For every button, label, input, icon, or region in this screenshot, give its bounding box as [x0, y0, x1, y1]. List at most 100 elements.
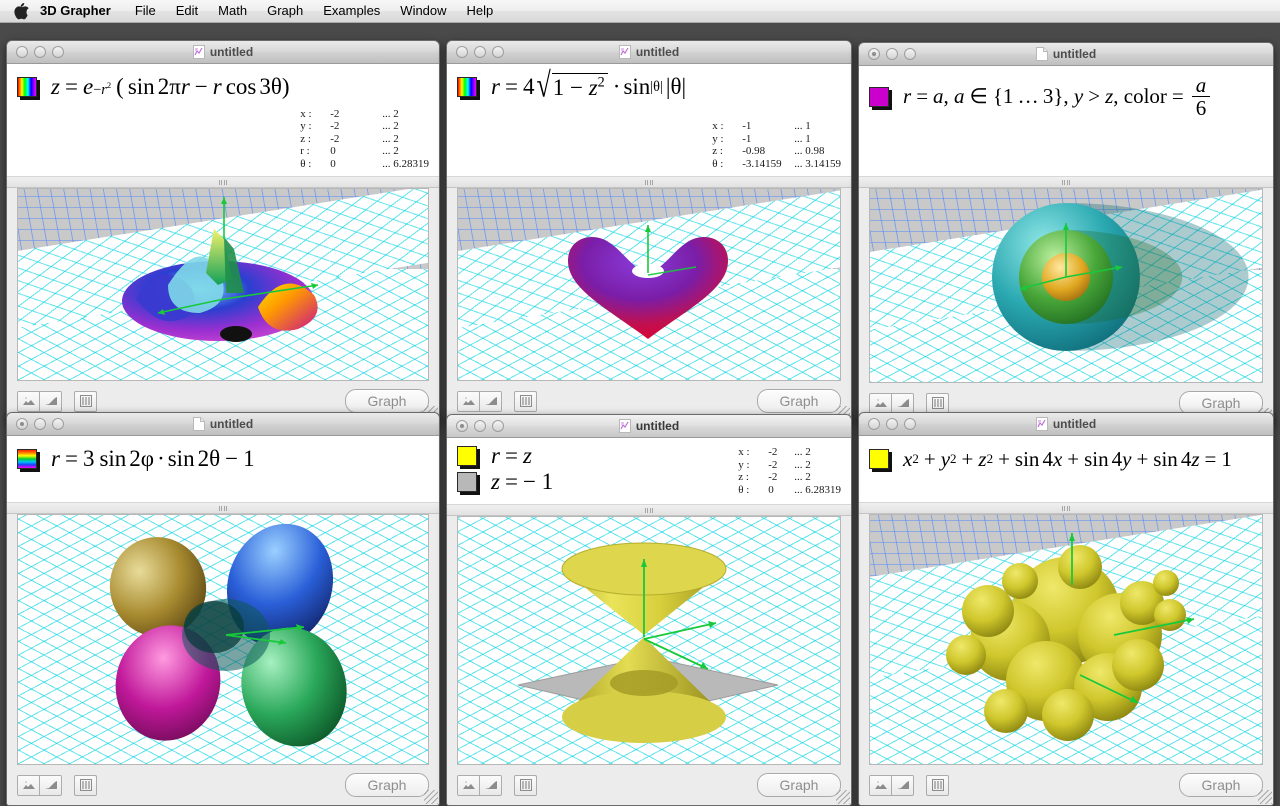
minimize-button[interactable] [34, 418, 46, 430]
columns-icon[interactable] [926, 392, 949, 414]
columns-icon[interactable] [514, 774, 537, 796]
equation-expression[interactable]: r = z [491, 443, 532, 469]
window-3-formula-pane[interactable]: r = a, a ∈ {1 … 3}, y > z, color = a6 [859, 66, 1273, 177]
close-button[interactable] [16, 418, 28, 430]
equation-expression[interactable]: z = − 1 [491, 469, 553, 495]
line-plot-icon[interactable] [39, 391, 61, 411]
splitter-handle-icon[interactable] [859, 503, 1273, 514]
grapher-window-5[interactable]: untitled r = z z = − 1 x : -2 ... 2 y : -2 ... 2… [446, 414, 852, 806]
splitter-handle-icon[interactable] [7, 503, 439, 514]
menu-item-edit[interactable]: Edit [166, 0, 208, 22]
window-1-formula-pane[interactable]: z = e −r2 ( sin 2π r − r cos 3θ) x : -2 ... 2 y :… [7, 64, 439, 177]
window-3-plot-area[interactable] [869, 188, 1263, 383]
surface-plot-icon[interactable] [18, 391, 39, 411]
equation-row[interactable]: z = e −r2 ( sin 2π r − r cos 3θ) [17, 72, 296, 102]
line-plot-icon[interactable] [891, 775, 913, 795]
zoom-button[interactable] [492, 46, 504, 58]
equation-expression[interactable]: x 2 + y 2 + z 2 + sin 4 x + sin 4 y + sin 4 z = 1 [903, 447, 1232, 472]
equation-row[interactable]: r = 3 sin 2φ · sin 2θ −1 [17, 444, 425, 474]
surface-plot-icon[interactable] [870, 393, 891, 413]
window-1-traffic-lights[interactable] [16, 46, 64, 58]
window-6-plot-area[interactable] [869, 514, 1263, 765]
menu-item-window[interactable]: Window [390, 0, 456, 22]
color-swatch-yellow[interactable] [869, 449, 889, 469]
menu-app-name[interactable]: 3D Grapher [36, 0, 125, 22]
grapher-window-6[interactable]: untitled x 2 + y 2 + z 2 + sin 4 x + sin 4 y + sin 4 z =… [858, 412, 1274, 806]
plot-type-segmented-control[interactable] [457, 774, 502, 796]
resize-grip-icon[interactable] [836, 790, 850, 804]
color-swatch-gray[interactable] [457, 472, 477, 492]
apple-logo-icon[interactable] [6, 2, 36, 20]
plot-type-segmented-control[interactable] [869, 774, 914, 796]
grapher-window-1[interactable]: untitled z = e −r2 ( sin 2π r − r cos 3θ) x : -2… [6, 40, 440, 422]
equation-expression[interactable]: r = 3 sin 2φ · sin 2θ −1 [51, 446, 255, 472]
zoom-button[interactable] [904, 48, 916, 60]
window-4-toolbar[interactable]: Graph [7, 765, 439, 805]
minimize-button[interactable] [886, 418, 898, 430]
window-5-plot-area[interactable] [457, 516, 841, 765]
resize-grip-icon[interactable] [1258, 790, 1272, 804]
graph-button[interactable]: Graph [757, 773, 841, 797]
equation-expression[interactable]: z = e −r2 ( sin 2π r − r cos 3θ) [51, 74, 290, 100]
minimize-button[interactable] [474, 46, 486, 58]
window-6-traffic-lights[interactable] [868, 418, 916, 430]
surface-plot-icon[interactable] [458, 391, 479, 411]
columns-icon[interactable] [74, 774, 97, 796]
plot-type-segmented-control[interactable] [17, 390, 62, 412]
window-4-formula-pane[interactable]: r = 3 sin 2φ · sin 2θ −1 [7, 436, 439, 503]
window-6-toolbar[interactable]: Graph [859, 765, 1273, 805]
window-4-plot-area[interactable] [17, 514, 429, 765]
equation-expression[interactable]: r = a, a ∈ {1 … 3}, y > z, color = a6 [903, 74, 1213, 119]
window-6-formula-pane[interactable]: x 2 + y 2 + z 2 + sin 4 x + sin 4 y + sin 4 z = 1 [859, 436, 1273, 503]
close-button[interactable] [868, 48, 880, 60]
zoom-button[interactable] [492, 420, 504, 432]
color-swatch-rainbow[interactable] [17, 449, 37, 469]
plot-type-segmented-control[interactable] [17, 774, 62, 796]
equation-expression[interactable]: r = 4 √ 1 − z2 · sin |θ| |θ| [491, 67, 686, 102]
columns-icon[interactable] [74, 390, 97, 412]
splitter-handle-icon[interactable] [7, 177, 439, 188]
window-1-plot-area[interactable] [17, 188, 429, 381]
menu-item-math[interactable]: Math [208, 0, 257, 22]
window-5-traffic-lights[interactable] [456, 420, 504, 432]
close-button[interactable] [868, 418, 880, 430]
grapher-window-2[interactable]: untitled r = 4 √ 1 − z2 · sin |θ| |θ| x : -1.… [446, 40, 852, 422]
window-2-traffic-lights[interactable] [456, 46, 504, 58]
line-plot-icon[interactable] [479, 775, 501, 795]
equation-row[interactable]: r = 4 √ 1 − z2 · sin |θ| |θ| [457, 67, 708, 103]
color-swatch-rainbow[interactable] [17, 77, 37, 97]
minimize-button[interactable] [474, 420, 486, 432]
menu-item-help[interactable]: Help [457, 0, 504, 22]
columns-icon[interactable] [926, 774, 949, 796]
close-button[interactable] [456, 46, 468, 58]
window-2-titlebar[interactable]: untitled [447, 41, 851, 64]
columns-icon[interactable] [514, 390, 537, 412]
graph-button[interactable]: Graph [345, 389, 429, 413]
menu-item-graph[interactable]: Graph [257, 0, 313, 22]
minimize-button[interactable] [886, 48, 898, 60]
window-3-traffic-lights[interactable] [868, 48, 916, 60]
splitter-handle-icon[interactable] [859, 177, 1273, 188]
menu-item-examples[interactable]: Examples [313, 0, 390, 22]
equation-row[interactable]: x 2 + y 2 + z 2 + sin 4 x + sin 4 y + sin 4 z = 1 [869, 444, 1259, 474]
plot-type-segmented-control[interactable] [869, 392, 914, 414]
window-2-formula-pane[interactable]: r = 4 √ 1 − z2 · sin |θ| |θ| x : -1 ... 1 y : -… [447, 64, 851, 177]
surface-plot-icon[interactable] [458, 775, 479, 795]
grapher-window-3[interactable]: untitled r = a, a ∈ {1 … 3}, y > z, color = … [858, 42, 1274, 424]
window-1-titlebar[interactable]: untitled [7, 41, 439, 64]
menu-item-file[interactable]: File [125, 0, 166, 22]
splitter-handle-icon[interactable] [447, 505, 851, 516]
equation-row[interactable]: r = z [457, 443, 734, 469]
minimize-button[interactable] [34, 46, 46, 58]
graph-button[interactable]: Graph [1179, 773, 1263, 797]
window-5-formula-pane[interactable]: r = z z = − 1 x : -2 ... 2 y : -2 ... 2 z : -2...… [447, 438, 851, 505]
window-5-toolbar[interactable]: Graph [447, 765, 851, 805]
surface-plot-icon[interactable] [18, 775, 39, 795]
window-3-titlebar[interactable]: untitled [859, 43, 1273, 66]
window-4-traffic-lights[interactable] [16, 418, 64, 430]
zoom-button[interactable] [52, 418, 64, 430]
line-plot-icon[interactable] [891, 393, 913, 413]
color-swatch-yellow[interactable] [457, 446, 477, 466]
equation-row[interactable]: z = − 1 [457, 469, 734, 495]
close-button[interactable] [456, 420, 468, 432]
